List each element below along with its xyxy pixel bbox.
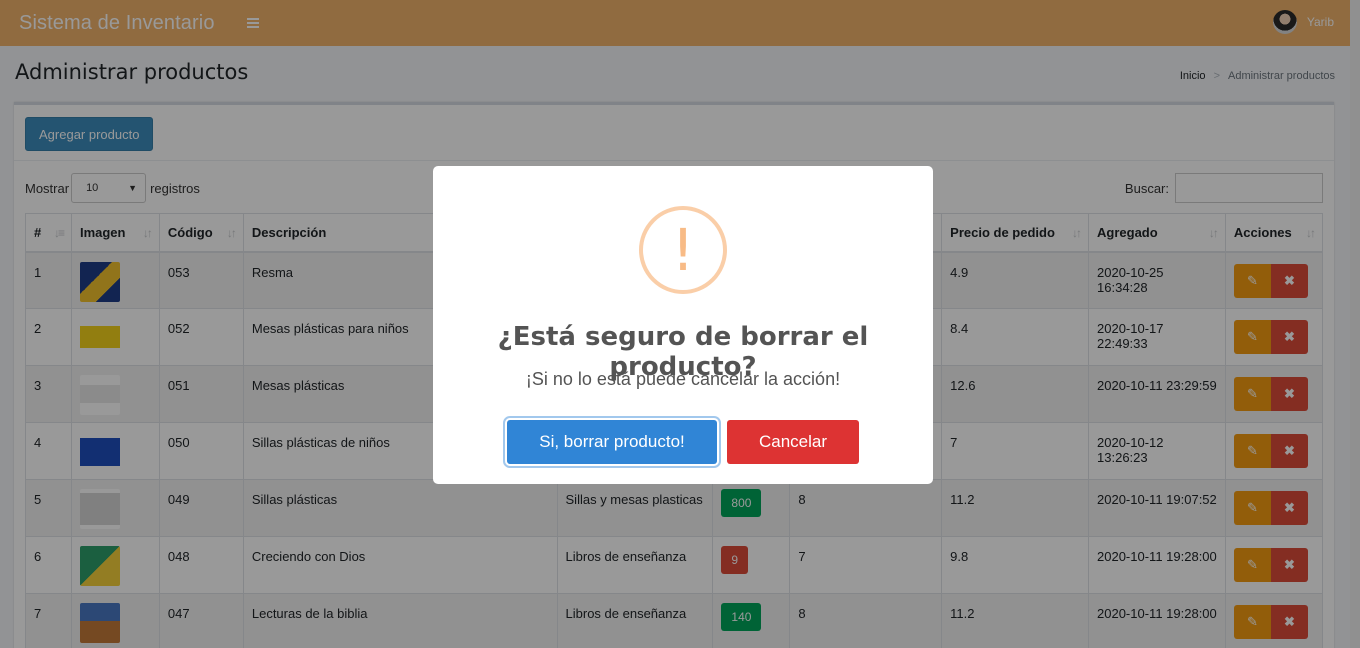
cancel-button[interactable]: Cancelar bbox=[727, 420, 859, 464]
dialog-text: ¡Si no lo está puede cancelar la acción! bbox=[525, 369, 841, 389]
confirm-delete-button[interactable]: Si, borrar producto! bbox=[507, 420, 717, 464]
confirm-delete-dialog: ! ¿Está seguro de borrar el producto? ¡S… bbox=[433, 166, 933, 484]
warning-icon: ! bbox=[639, 206, 727, 294]
